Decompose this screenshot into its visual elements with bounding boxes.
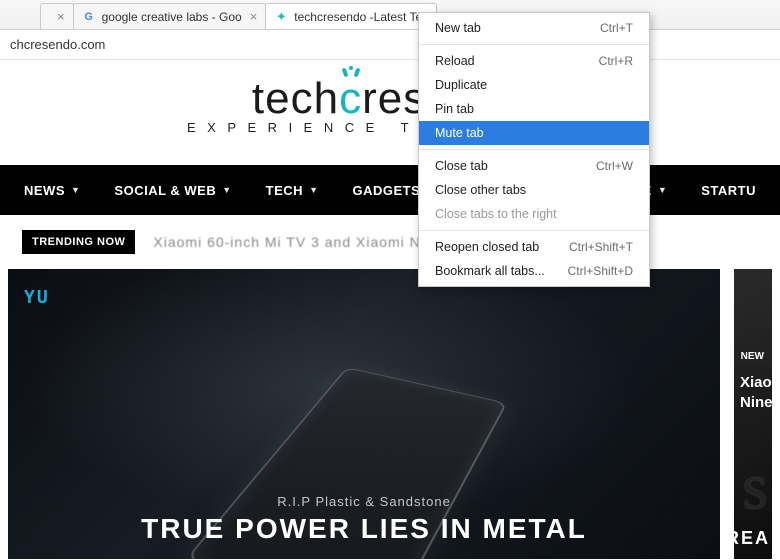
context-menu-shortcut: Ctrl+Shift+T xyxy=(569,240,633,254)
nav-item-news[interactable]: NEWS ▼ xyxy=(24,183,80,198)
chevron-down-icon: ▼ xyxy=(71,185,80,195)
context-menu-label: Close other tabs xyxy=(435,183,526,197)
context-menu-label: Reload xyxy=(435,54,475,68)
google-favicon-icon: G xyxy=(82,10,96,24)
hero-row: YU R.I.P Plastic & Sandstone TRUE POWER … xyxy=(0,269,780,559)
hero-kicker: R.I.P Plastic & Sandstone xyxy=(8,494,720,509)
context-menu-item[interactable]: Duplicate xyxy=(419,73,649,97)
news-badge: NEW xyxy=(734,347,772,366)
chevron-down-icon: ▼ xyxy=(658,185,667,195)
side-title: Xiao Nine xyxy=(740,373,772,412)
yu-logo-icon: YU xyxy=(24,287,50,308)
browser-tab[interactable]: × xyxy=(40,3,74,29)
trending-headline[interactable]: Xiaomi 60-inch Mi TV 3 and Xiaomi Nine xyxy=(153,234,442,250)
context-menu-label: Mute tab xyxy=(435,126,484,140)
context-menu-shortcut: Ctrl+Shift+D xyxy=(568,264,633,278)
context-menu-item[interactable]: Reload Ctrl+R xyxy=(419,49,649,73)
context-menu-shortcut: Ctrl+R xyxy=(599,54,633,68)
browser-tab-google[interactable]: G google creative labs - Goo × xyxy=(73,3,267,29)
browser-chrome: × G google creative labs - Goo × ✦ techc… xyxy=(0,0,780,60)
nav-label: NEWS xyxy=(24,183,65,198)
nav-label: STARTU xyxy=(701,183,756,198)
nav-item-tech[interactable]: TECH ▼ xyxy=(266,183,319,198)
tab-context-menu: New tab Ctrl+T Reload Ctrl+R Duplicate Pin ta… xyxy=(418,12,650,287)
context-menu-label: Reopen closed tab xyxy=(435,240,539,254)
context-menu-label: Bookmark all tabs... xyxy=(435,264,545,278)
nav-label: TECH xyxy=(266,183,303,198)
chevron-down-icon: ▼ xyxy=(222,185,231,195)
context-menu-shortcut: Ctrl+W xyxy=(596,159,633,173)
context-menu-label: Pin tab xyxy=(435,102,474,116)
hero-title: TRUE POWER LIES IN METAL xyxy=(8,513,720,545)
logo-pre: tech xyxy=(252,74,339,123)
close-icon[interactable]: × xyxy=(57,9,65,24)
signature-graphic: S xyxy=(742,466,768,519)
chevron-down-icon: ▼ xyxy=(309,185,318,195)
address-bar: chcresendo.com xyxy=(0,30,780,60)
context-menu-label: New tab xyxy=(435,21,481,35)
nav-item-social[interactable]: SOCIAL & WEB ▼ xyxy=(114,183,231,198)
address-input[interactable]: chcresendo.com xyxy=(6,33,774,56)
hero-text: R.I.P Plastic & Sandstone TRUE POWER LIE… xyxy=(8,494,720,545)
logo-text: techcresendo xyxy=(0,74,780,124)
context-menu-item[interactable]: Close tab Ctrl+W xyxy=(419,154,649,178)
browser-tab-techcresendo[interactable]: ✦ techcresendo -Latest Tec xyxy=(265,3,437,29)
context-menu-separator xyxy=(419,149,649,150)
nav-item-startup[interactable]: STARTU xyxy=(701,183,756,198)
close-icon[interactable]: × xyxy=(250,9,258,24)
context-menu-separator xyxy=(419,44,649,45)
context-menu-item[interactable]: Reopen closed tab Ctrl+Shift+T xyxy=(419,235,649,259)
context-menu-separator xyxy=(419,230,649,231)
context-menu-item[interactable]: Mute tab xyxy=(419,121,649,145)
page-body: techcresendo EXPERIENCE TECH VIBES NEWS … xyxy=(0,60,780,559)
context-menu-label: Close tabs to the right xyxy=(435,207,557,221)
context-menu-item[interactable]: Close other tabs xyxy=(419,178,649,202)
logo-tagline: EXPERIENCE TECH VIBES xyxy=(0,120,780,135)
nav-item-gadgets[interactable]: GADGETS xyxy=(352,183,420,198)
trending-badge: TRENDING NOW xyxy=(22,230,135,254)
site-logo[interactable]: techcresendo EXPERIENCE TECH VIBES xyxy=(0,74,780,135)
hero-main[interactable]: YU R.I.P Plastic & Sandstone TRUE POWER … xyxy=(8,269,720,559)
hero-side[interactable]: NEW Xiao Nine S CREA xyxy=(734,269,772,559)
context-menu-label: Duplicate xyxy=(435,78,487,92)
context-menu-item[interactable]: New tab Ctrl+T xyxy=(419,16,649,40)
context-menu-item[interactable]: Pin tab xyxy=(419,97,649,121)
context-menu-item: Close tabs to the right xyxy=(419,202,649,226)
nav-label: GADGETS xyxy=(352,183,420,198)
main-nav: NEWS ▼ SOCIAL & WEB ▼ TECH ▼ GADGETS COD… xyxy=(0,165,780,215)
trending-bar: TRENDING NOW Xiaomi 60-inch Mi TV 3 and … xyxy=(0,215,780,269)
tabs-bar: × G google creative labs - Goo × ✦ techc… xyxy=(0,0,780,30)
context-menu-shortcut: Ctrl+T xyxy=(600,21,633,35)
techcresendo-favicon-icon: ✦ xyxy=(274,10,288,24)
logo-accent-icon: c xyxy=(339,74,362,124)
context-menu-label: Close tab xyxy=(435,159,488,173)
side-crea-label: CREA xyxy=(734,528,770,549)
nav-label: SOCIAL & WEB xyxy=(114,183,216,198)
tab-label: google creative labs - Goo xyxy=(102,10,242,24)
context-menu-item[interactable]: Bookmark all tabs... Ctrl+Shift+D xyxy=(419,259,649,283)
tab-label: techcresendo -Latest Tec xyxy=(294,10,428,24)
